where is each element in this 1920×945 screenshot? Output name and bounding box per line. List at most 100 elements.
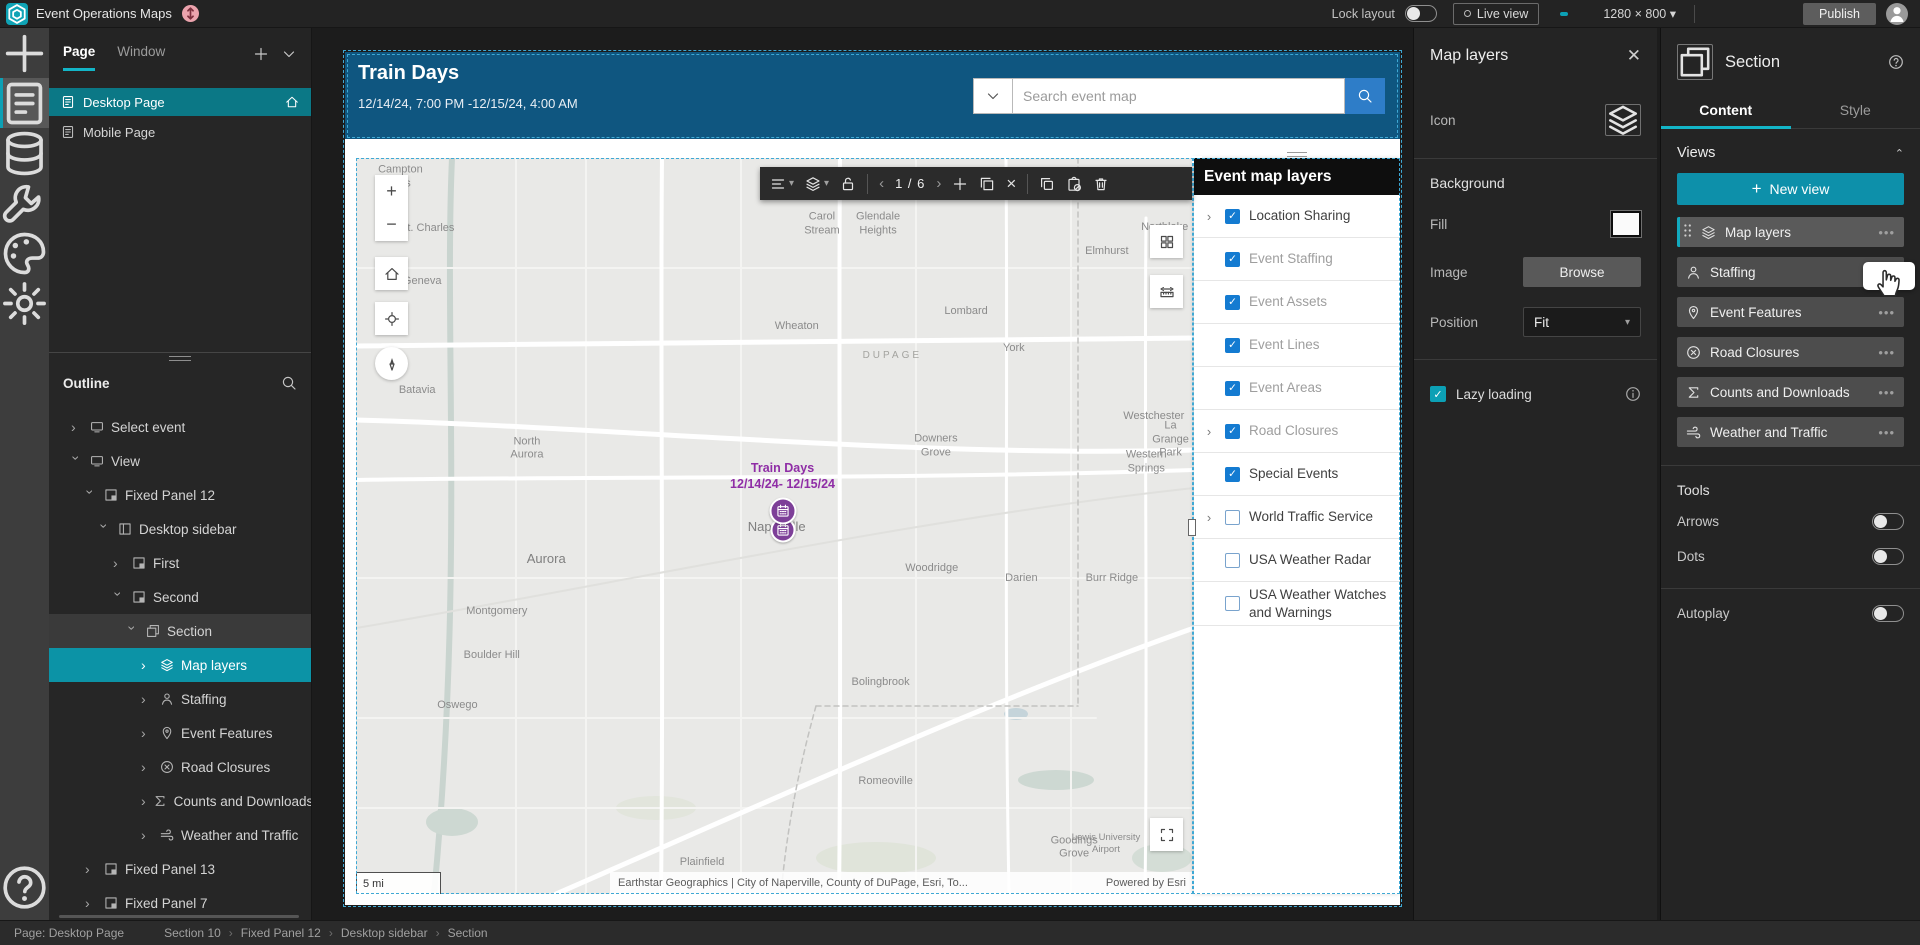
tools-panel-button[interactable] — [0, 178, 49, 228]
layer-checkbox[interactable]: ✓ — [1225, 208, 1240, 224]
align-icon[interactable] — [770, 176, 786, 192]
expand-chevron-icon[interactable]: › — [141, 759, 153, 775]
outline-item-weather-and-traffic[interactable]: › Weather and Traffic — [49, 818, 311, 852]
outline-item-desktop-sidebar[interactable]: › Desktop sidebar — [49, 512, 311, 546]
help-button[interactable] — [0, 862, 49, 912]
view-more-icon[interactable]: ••• — [1878, 305, 1895, 320]
outline-item-select-event[interactable]: › Select event — [49, 410, 311, 444]
map-widget[interactable]: Campton HillsSt. CharlesCarol StreamGlen… — [356, 158, 1194, 894]
view-item-weather-and-traffic[interactable]: Weather and Traffic ••• — [1677, 417, 1904, 447]
position-dropdown[interactable]: Fit ▾ — [1523, 307, 1641, 337]
paste-disabled-icon[interactable] — [1066, 176, 1082, 192]
theme-panel-button[interactable] — [0, 228, 49, 278]
layer-checkbox[interactable]: ✓ — [1225, 423, 1240, 439]
drag-handle-icon[interactable] — [1683, 223, 1692, 241]
breadcrumb-item[interactable]: Fixed Panel 12 — [241, 926, 321, 940]
view-item-map-layers[interactable]: Map layers ••• — [1677, 217, 1904, 247]
view-item-road-closures[interactable]: Road Closures ••• — [1677, 337, 1904, 367]
add-page-icon[interactable] — [253, 46, 269, 62]
zoom-out-button[interactable]: − — [375, 208, 408, 241]
add-view-icon[interactable] — [952, 176, 968, 192]
resolution-dropdown[interactable]: 1280 × 800 ▾ — [1603, 6, 1676, 21]
outline-item-event-features[interactable]: › Event Features — [49, 716, 311, 750]
event-layer-usa-weather-radar[interactable]: USA Weather Radar — [1194, 539, 1400, 582]
outline-item-road-closures[interactable]: › Road Closures — [49, 750, 311, 784]
autoplay-toggle[interactable] — [1872, 605, 1904, 622]
search-source-dropdown[interactable] — [973, 78, 1013, 114]
outline-item-counts-and-downloads[interactable]: › Counts and Downloads — [49, 784, 311, 818]
tab-content[interactable]: Content — [1661, 94, 1791, 129]
expand-chevron-icon[interactable]: › — [1202, 424, 1216, 439]
view-more-icon[interactable]: ••• — [1878, 225, 1895, 240]
expand-chevron-icon[interactable]: › — [96, 524, 112, 536]
event-marker[interactable] — [769, 497, 797, 525]
view-more-icon[interactable]: ••• — [1878, 345, 1895, 360]
locate-button[interactable] — [375, 302, 408, 335]
expand-chevron-icon[interactable]: › — [85, 861, 97, 877]
tab-page[interactable]: Page — [63, 44, 96, 71]
user-avatar[interactable] — [1886, 2, 1908, 25]
copy-icon[interactable] — [1039, 176, 1055, 192]
prev-view-icon[interactable]: ‹ — [879, 175, 884, 192]
drag-grip[interactable] — [1287, 152, 1307, 157]
expand-chevron-icon[interactable]: › — [82, 490, 98, 502]
layer-checkbox[interactable] — [1225, 596, 1240, 612]
view-icon-button[interactable] — [1605, 104, 1641, 136]
lazy-loading-checkbox[interactable]: ✓ — [1430, 386, 1446, 402]
basemap-gallery-button[interactable] — [1150, 225, 1183, 258]
outline-item-staffing[interactable]: › Staffing — [49, 682, 311, 716]
page-item-desktop-page[interactable]: Desktop Page — [49, 88, 311, 116]
live-view-button[interactable]: Live view — [1452, 2, 1540, 25]
delete-view-icon[interactable]: × — [1006, 175, 1016, 192]
tab-window[interactable]: Window — [117, 44, 165, 65]
expand-chevron-icon[interactable]: › — [141, 725, 153, 741]
expand-chevron-icon[interactable]: › — [1202, 510, 1216, 525]
data-panel-button[interactable] — [0, 128, 49, 178]
info-icon[interactable] — [1625, 386, 1641, 402]
event-layer-world-traffic-service[interactable]: › World Traffic Service — [1194, 496, 1400, 539]
search-input[interactable] — [1013, 78, 1345, 114]
desktop-device-icon[interactable] — [1560, 11, 1569, 16]
breadcrumb-item[interactable]: Section — [448, 926, 488, 940]
event-layer-special-events[interactable]: ✓ Special Events — [1194, 453, 1400, 496]
event-layer-usa-weather-watches-and-warnings[interactable]: USA Weather Watches and Warnings — [1194, 582, 1400, 627]
settings-panel-button[interactable] — [0, 278, 49, 328]
page-panel-button[interactable] — [0, 78, 49, 128]
arrows-toggle[interactable] — [1872, 513, 1904, 530]
breadcrumb-item[interactable]: Desktop sidebar — [341, 926, 428, 940]
outline-item-fixed-panel-13[interactable]: › Fixed Panel 13 — [49, 852, 311, 886]
view-more-icon[interactable]: ••• — [1878, 385, 1895, 400]
duplicate-view-icon[interactable] — [979, 176, 995, 192]
event-layer-event-areas[interactable]: ✓ Event Areas — [1194, 367, 1400, 410]
zoom-in-button[interactable]: + — [375, 175, 408, 208]
tab-style[interactable]: Style — [1791, 94, 1920, 128]
outline-search-icon[interactable] — [281, 375, 297, 391]
publish-button[interactable]: Publish — [1803, 2, 1876, 25]
view-more-icon[interactable]: ••• — [1878, 425, 1895, 440]
expand-chevron-icon[interactable]: › — [68, 456, 84, 468]
measure-button[interactable] — [1150, 275, 1183, 308]
lock-layout-toggle[interactable] — [1404, 5, 1437, 22]
outline-item-view[interactable]: › View — [49, 444, 311, 478]
expand-chevron-icon[interactable]: › — [141, 793, 146, 809]
outline-scrollbar[interactable] — [59, 915, 299, 918]
compass-button[interactable] — [375, 347, 408, 380]
insert-widget-button[interactable] — [0, 28, 49, 78]
outline-item-map-layers[interactable]: › Map layers — [49, 648, 311, 682]
layer-checkbox[interactable]: ✓ — [1225, 380, 1240, 396]
trash-icon[interactable] — [1093, 176, 1109, 192]
event-layer-event-staffing[interactable]: ✓ Event Staffing — [1194, 238, 1400, 281]
view-item-event-features[interactable]: Event Features ••• — [1677, 297, 1904, 327]
layer-checkbox[interactable]: ✓ — [1225, 466, 1240, 482]
outline-item-first[interactable]: › First — [49, 546, 311, 580]
event-layer-location-sharing[interactable]: › ✓ Location Sharing — [1194, 195, 1400, 238]
event-layer-event-assets[interactable]: ✓ Event Assets — [1194, 281, 1400, 324]
panel-splitter[interactable] — [49, 352, 311, 362]
view-item-counts-and-downloads[interactable]: Counts and Downloads ••• — [1677, 377, 1904, 407]
next-view-icon[interactable]: › — [936, 175, 941, 192]
layer-checkbox[interactable]: ✓ — [1225, 251, 1240, 267]
expand-chevron-icon[interactable]: › — [85, 895, 97, 911]
expand-chevron-icon[interactable]: › — [71, 419, 83, 435]
expand-chevron-icon[interactable]: › — [124, 626, 140, 638]
expand-chevron-icon[interactable]: › — [141, 657, 153, 673]
